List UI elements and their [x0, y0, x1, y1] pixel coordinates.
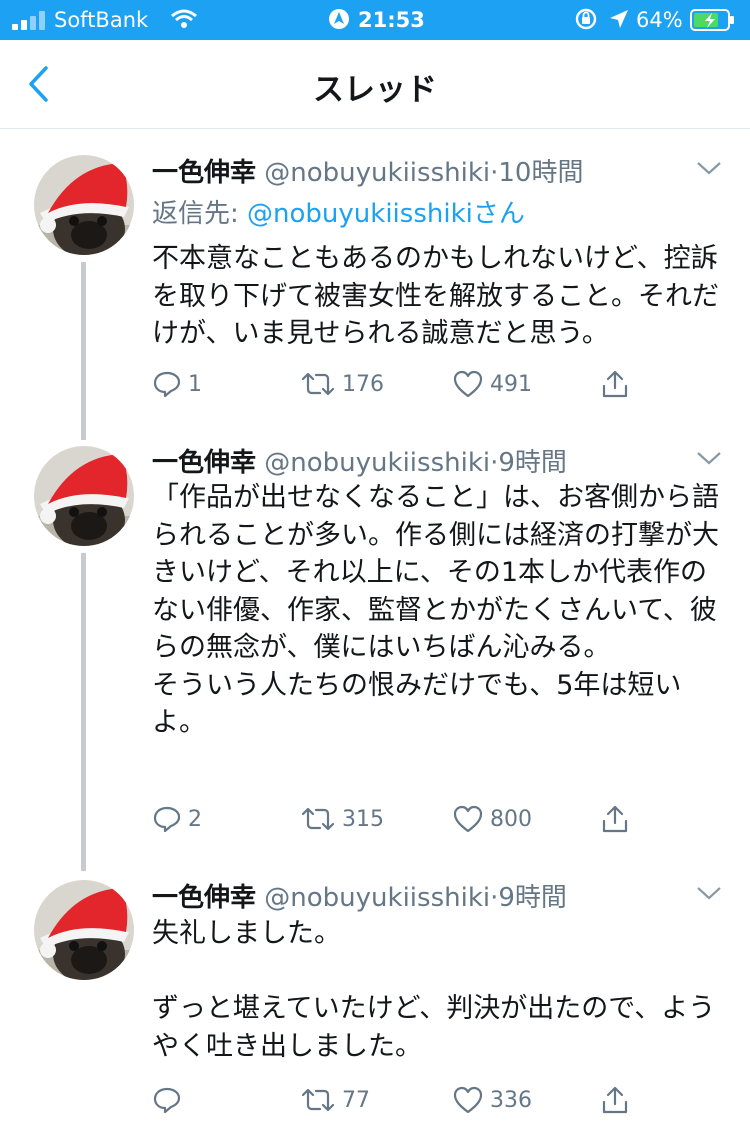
like-count: 800 — [490, 806, 532, 832]
retweet-count: 77 — [342, 1087, 370, 1113]
wifi-icon — [171, 9, 197, 28]
tweet-time[interactable]: 10時間 — [498, 158, 583, 188]
tweet-header: 一色伸幸 @nobuyukiisshiki·9時間 — [152, 877, 567, 914]
share-icon — [600, 803, 630, 835]
author-name[interactable]: 一色伸幸 — [152, 448, 256, 478]
retweet-count: 315 — [342, 806, 384, 832]
battery-icon — [690, 9, 734, 31]
retweet-button[interactable]: 77 — [300, 1080, 370, 1120]
tweet-header: 一色伸幸 @nobuyukiisshiki·10時間 — [152, 152, 583, 189]
like-button[interactable]: 491 — [452, 364, 532, 404]
author-handle[interactable]: @nobuyukiisshiki — [264, 883, 490, 913]
thread-connector — [81, 553, 86, 871]
battery-percent: 64% — [636, 8, 683, 32]
tweet-text: 不本意なこともあるのかもしれないけど、控訴を取り下げて被害女性を解放すること。そ… — [152, 243, 719, 349]
tweet-actions: 77 336 — [152, 1080, 712, 1120]
retweet-count: 176 — [342, 371, 384, 397]
thread-connector — [81, 262, 86, 440]
status-time: 21:53 — [358, 8, 425, 32]
tweet-text: 失礼しました。 ずっと堪えていたけど、判決が出たので、ようやく吐き出しました。 — [152, 918, 716, 1062]
navigation-icon — [329, 9, 349, 29]
tweet-actions: 1 176 491 — [152, 364, 712, 404]
tweet-time[interactable]: 9時間 — [498, 883, 567, 913]
reply-icon — [152, 804, 182, 834]
chevron-down-icon[interactable] — [696, 160, 722, 176]
share-button[interactable] — [600, 799, 636, 839]
heart-icon — [452, 1085, 484, 1115]
like-button[interactable]: 800 — [452, 799, 532, 839]
avatar[interactable] — [34, 880, 134, 980]
reply-button[interactable]: 2 — [152, 799, 202, 839]
heart-icon — [452, 804, 484, 834]
share-icon — [600, 368, 630, 400]
avatar[interactable] — [34, 155, 134, 255]
navigation-bar: スレッド — [0, 40, 750, 129]
carrier-label: SoftBank — [54, 8, 149, 32]
chevron-down-icon[interactable] — [696, 450, 722, 466]
tweet-text: 「作品が出せなくなること」は、お客側から語られることが多い。作る側には経済の打撃… — [152, 482, 719, 738]
reply-count: 2 — [188, 806, 202, 832]
share-button[interactable] — [600, 364, 636, 404]
retweet-icon — [300, 804, 336, 834]
retweet-icon — [300, 1085, 336, 1115]
author-handle[interactable]: @nobuyukiisshiki — [264, 448, 490, 478]
retweet-button[interactable]: 315 — [300, 799, 384, 839]
chevron-down-icon[interactable] — [696, 885, 722, 901]
like-button[interactable]: 336 — [452, 1080, 532, 1120]
location-icon — [610, 10, 628, 28]
author-name[interactable]: 一色伸幸 — [152, 883, 256, 913]
avatar[interactable] — [34, 446, 134, 546]
reply-to-link[interactable]: @nobuyukiisshikiさん — [247, 199, 525, 229]
like-count: 491 — [490, 371, 532, 397]
reply-button[interactable] — [152, 1080, 188, 1120]
author-name[interactable]: 一色伸幸 — [152, 158, 256, 188]
signal-icon — [12, 11, 45, 30]
heart-icon — [452, 369, 484, 399]
retweet-button[interactable]: 176 — [300, 364, 384, 404]
tweet-actions: 2 315 800 — [152, 799, 712, 839]
reply-icon — [152, 369, 182, 399]
retweet-icon — [300, 369, 336, 399]
share-button[interactable] — [600, 1080, 636, 1120]
page-title: スレッド — [313, 72, 437, 108]
reply-to-prefix: 返信先: — [152, 199, 248, 229]
reply-icon — [152, 1085, 182, 1115]
tweet-header: 一色伸幸 @nobuyukiisshiki·9時間 — [152, 442, 567, 479]
rotation-lock-icon — [575, 8, 597, 30]
reply-to-line: 返信先: @nobuyukiisshikiさん — [152, 193, 525, 230]
reply-button[interactable]: 1 — [152, 364, 202, 404]
tweet-time[interactable]: 9時間 — [498, 448, 567, 478]
share-icon — [600, 1084, 630, 1116]
like-count: 336 — [490, 1087, 532, 1113]
reply-count: 1 — [188, 371, 202, 397]
status-bar: SoftBank 21:53 64% — [0, 0, 750, 40]
author-handle[interactable]: @nobuyukiisshiki — [264, 158, 490, 188]
